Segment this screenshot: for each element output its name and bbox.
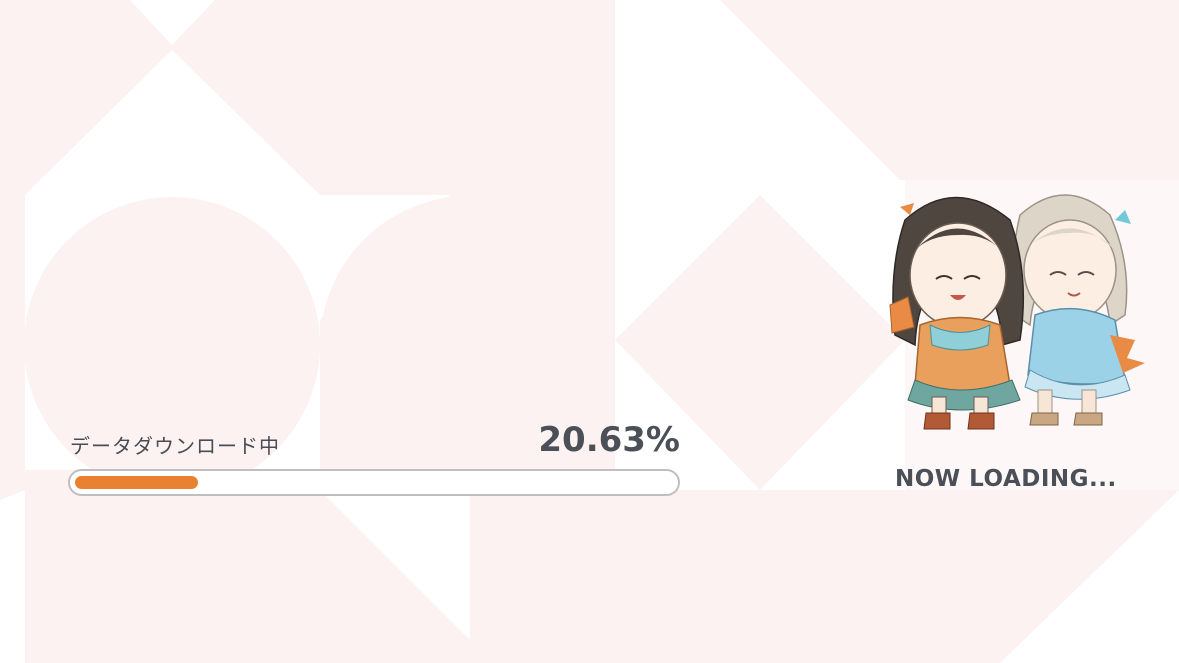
now-loading-text: NOW LOADING... [895,466,1117,492]
progress-bar-fill [75,476,198,489]
progress-percent: 20.63% [538,420,680,460]
progress-bar-track [68,469,680,496]
download-status-label: データダウンロード中 [70,434,280,458]
two-chibi-characters-icon [889,194,1145,430]
